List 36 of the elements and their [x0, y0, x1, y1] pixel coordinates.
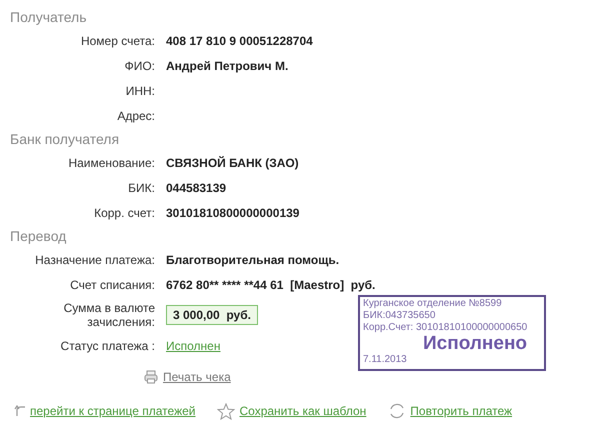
field-value: 6762 80** **** **44 61 [Maestro] руб. [166, 278, 376, 292]
field-label: Адрес: [117, 108, 155, 122]
field-value: Андрей Петрович М. [166, 58, 290, 72]
curved-arrow-icon [14, 405, 26, 417]
field-label: Назначение платежа: [35, 252, 155, 266]
stamp-text: Корр.Счет: 30101810100000000650 [363, 322, 528, 334]
refresh-icon [388, 402, 406, 420]
stamp-title: Исполнено [422, 334, 528, 354]
field-label: ФИО: [124, 58, 155, 72]
field-label: Статус платежа : [60, 338, 155, 352]
section-heading: Перевод [9, 227, 68, 246]
stamp-text: БИК:043735650 [363, 310, 436, 322]
stamp-date: 7.11.2013 [363, 354, 408, 366]
field-label: Сумма в валюте зачисления: [62, 301, 155, 329]
action-link[interactable]: перейти к странице платежей [30, 404, 196, 418]
field-label: БИК: [128, 180, 155, 194]
stamp-text: Курганское отделение №8599 [363, 298, 503, 310]
field-value: 408 17 810 9 00051228704 [166, 34, 314, 48]
field-label: Номер счета: [80, 34, 155, 48]
field-label: Наименование: [68, 156, 155, 170]
print-receipt-link[interactable]: Печать чека [163, 370, 231, 384]
field-label: Счет списания: [70, 278, 155, 292]
field-value: 30101810800000000139 [166, 206, 300, 220]
field-value: СВЯЗНОЙ БАНК (ЗАО) [166, 156, 300, 170]
field-value: 044583139 [166, 180, 228, 194]
field-label: ИНН: [126, 84, 155, 98]
printer-icon [144, 370, 158, 384]
field-value: Благотворительная помощь. [166, 252, 340, 266]
action-link[interactable]: Сохранить как шаблон [239, 404, 366, 418]
status-link[interactable]: Исполнен [166, 338, 220, 352]
field-label: Корр. счет: [94, 206, 155, 220]
amount-value: 3 000,00 руб. [166, 305, 258, 325]
action-link[interactable]: Повторить платеж [410, 404, 512, 418]
section-heading: Получатель [9, 8, 88, 27]
section-heading: Банк получателя [9, 130, 120, 149]
star-icon [217, 402, 236, 420]
